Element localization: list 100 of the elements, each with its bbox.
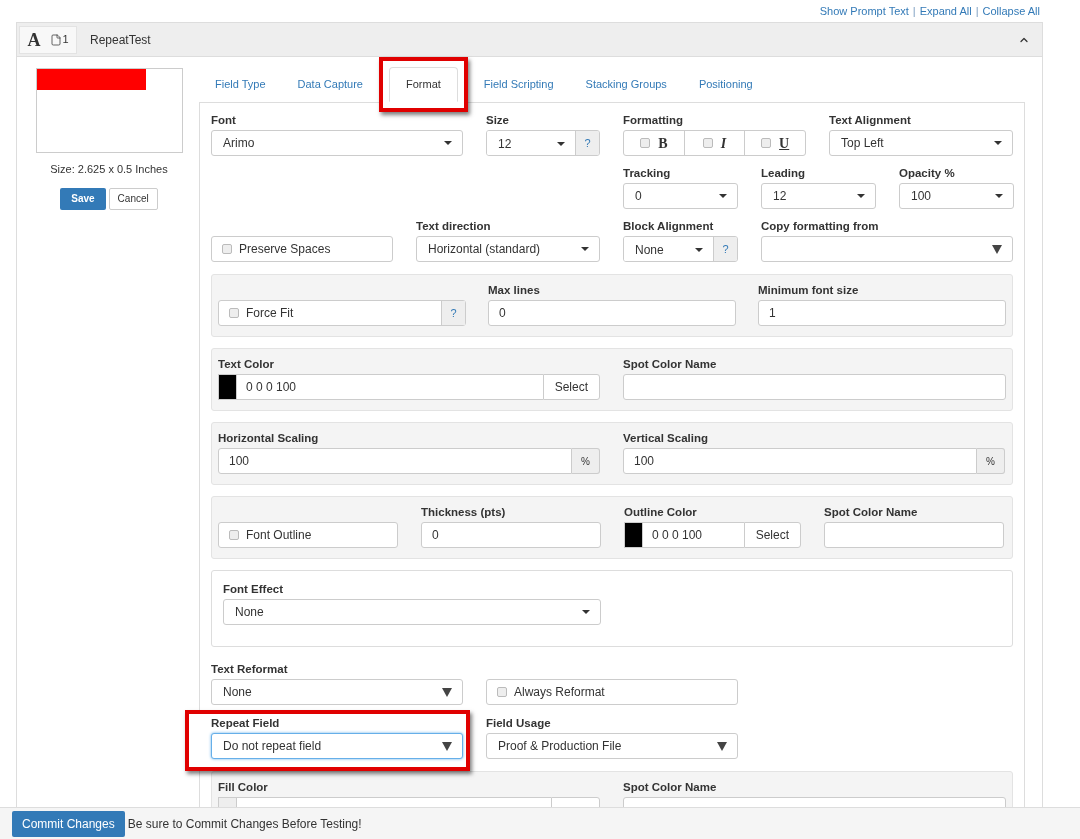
tab[interactable]: Stacking Groups xyxy=(579,67,673,102)
field-label: Minimum font size xyxy=(758,284,860,297)
input-field[interactable] xyxy=(623,374,1006,400)
select-field[interactable] xyxy=(761,236,1013,262)
select-field[interactable]: None xyxy=(211,679,463,705)
select-color-button[interactable]: Select xyxy=(542,374,600,400)
percent-addon: % xyxy=(572,448,600,474)
input-field[interactable]: 0 xyxy=(488,300,736,326)
field-label: Thickness (pts) xyxy=(421,506,507,519)
field-label: Copy formatting from xyxy=(761,220,880,233)
field-label: Max lines xyxy=(488,284,541,297)
field-label: Leading xyxy=(761,167,807,180)
checkbox[interactable] xyxy=(761,138,772,148)
header-link[interactable]: Expand All xyxy=(919,2,972,20)
field-title: RepeatTest xyxy=(90,31,151,49)
field-label: Font Effect xyxy=(223,583,285,596)
field-label: Font xyxy=(211,114,237,127)
checkbox-field[interactable]: Preserve Spaces xyxy=(211,236,393,262)
field-label: Outline Color xyxy=(624,506,698,519)
help-button[interactable]: ? xyxy=(441,301,465,325)
dropdown-arrow-icon xyxy=(442,741,452,751)
field-label: Size xyxy=(486,114,510,127)
dropdown-arrow-icon xyxy=(719,194,727,198)
dropdown-arrow-icon xyxy=(444,141,452,145)
select-field[interactable]: 0 xyxy=(623,183,738,209)
color-value-field[interactable]: 0 0 0 100 xyxy=(643,522,744,548)
select-field[interactable]: Proof & Production File xyxy=(486,733,738,759)
field-label: Horizontal Scaling xyxy=(218,432,320,445)
checkbox-field[interactable]: Always Reformat xyxy=(486,679,738,705)
format-toggle[interactable]: I xyxy=(720,132,727,154)
checkbox-label[interactable]: Force Fit xyxy=(246,304,294,322)
checkbox[interactable] xyxy=(222,244,232,254)
checkbox-label[interactable]: Font Outline xyxy=(246,526,312,544)
link-separator: | xyxy=(912,3,916,19)
input-field[interactable]: 100 xyxy=(623,448,977,474)
checkbox-field[interactable]: Force Fit ? xyxy=(218,300,466,326)
checkbox[interactable] xyxy=(229,530,239,540)
field-label: Repeat Field xyxy=(211,717,281,730)
select-field[interactable]: None xyxy=(223,599,601,625)
header-link[interactable]: Show Prompt Text xyxy=(819,2,909,20)
checkbox-label[interactable]: Preserve Spaces xyxy=(239,240,331,258)
tab[interactable]: Field Type xyxy=(209,67,272,102)
link-separator: | xyxy=(975,3,979,19)
tab[interactable]: Format xyxy=(389,67,458,102)
color-value-field[interactable]: 0 0 0 100 xyxy=(237,374,543,400)
page-icon xyxy=(50,33,63,46)
text-type-glyph: A xyxy=(27,30,41,49)
select-field[interactable]: Arimo xyxy=(211,130,463,156)
field-label: Block Alignment xyxy=(623,220,715,233)
commit-changes-button[interactable]: Commit Changes xyxy=(12,810,125,837)
color-swatch[interactable] xyxy=(624,522,643,548)
field-label: Field Usage xyxy=(486,717,552,730)
input-field[interactable]: 1 xyxy=(758,300,1006,326)
checkbox-label[interactable]: Always Reformat xyxy=(514,683,605,701)
dropdown-arrow-icon xyxy=(995,194,1003,198)
commit-reminder-text: Be sure to Commit Changes Before Testing! xyxy=(127,815,362,833)
field-label: Formatting xyxy=(623,114,685,127)
dropdown-arrow-icon xyxy=(581,247,589,251)
select-field[interactable]: 100 xyxy=(899,183,1014,209)
field-label: Spot Color Name xyxy=(623,781,718,794)
dropdown-arrow-icon xyxy=(992,244,1002,254)
dropdown-arrow-icon xyxy=(857,194,865,198)
input-field[interactable] xyxy=(824,522,1004,548)
color-swatch[interactable] xyxy=(218,374,237,400)
field-label: Vertical Scaling xyxy=(623,432,709,445)
field-label: Fill Color xyxy=(218,781,269,794)
field-label: Spot Color Name xyxy=(623,358,718,371)
field-label: Opacity % xyxy=(899,167,956,180)
size-text: Size: 2.625 x 0.5 Inches xyxy=(50,162,168,177)
header-link[interactable]: Collapse All xyxy=(982,2,1040,20)
dropdown-arrow-icon xyxy=(442,687,452,697)
field-label: Spot Color Name xyxy=(824,506,919,519)
select-field[interactable]: Horizontal (standard) xyxy=(416,236,600,262)
field-label: Text Color xyxy=(218,358,275,371)
dropdown-arrow-icon xyxy=(582,610,590,614)
field-label: Text Reformat xyxy=(211,663,289,676)
field-label: Text direction xyxy=(416,220,492,233)
format-toggle[interactable]: U xyxy=(779,132,790,154)
checkbox[interactable] xyxy=(702,138,713,148)
percent-addon: % xyxy=(977,448,1005,474)
field-label: Tracking xyxy=(623,167,672,180)
format-toggle[interactable]: B xyxy=(658,132,668,154)
tab[interactable]: Field Scripting xyxy=(477,67,560,102)
input-field[interactable]: 100 xyxy=(218,448,572,474)
select-color-button[interactable]: Select xyxy=(743,522,801,548)
dropdown-arrow-icon xyxy=(994,141,1002,145)
checkbox-field[interactable]: Font Outline xyxy=(218,522,398,548)
select-field[interactable]: 12 xyxy=(761,183,876,209)
save-button[interactable]: Save xyxy=(60,187,106,210)
dropdown-arrow-icon xyxy=(717,741,727,751)
tab[interactable]: Data Capture xyxy=(291,67,369,102)
checkbox[interactable] xyxy=(229,308,239,318)
field-label: Text Alignment xyxy=(829,114,912,127)
select-field[interactable]: Top Left xyxy=(829,130,1013,156)
input-field[interactable]: 0 xyxy=(421,522,601,548)
checkbox[interactable] xyxy=(640,138,651,148)
checkbox[interactable] xyxy=(497,687,507,697)
cancel-button[interactable]: Cancel xyxy=(108,187,158,210)
select-field[interactable]: Do not repeat field xyxy=(211,733,463,759)
tab[interactable]: Positioning xyxy=(692,67,759,102)
